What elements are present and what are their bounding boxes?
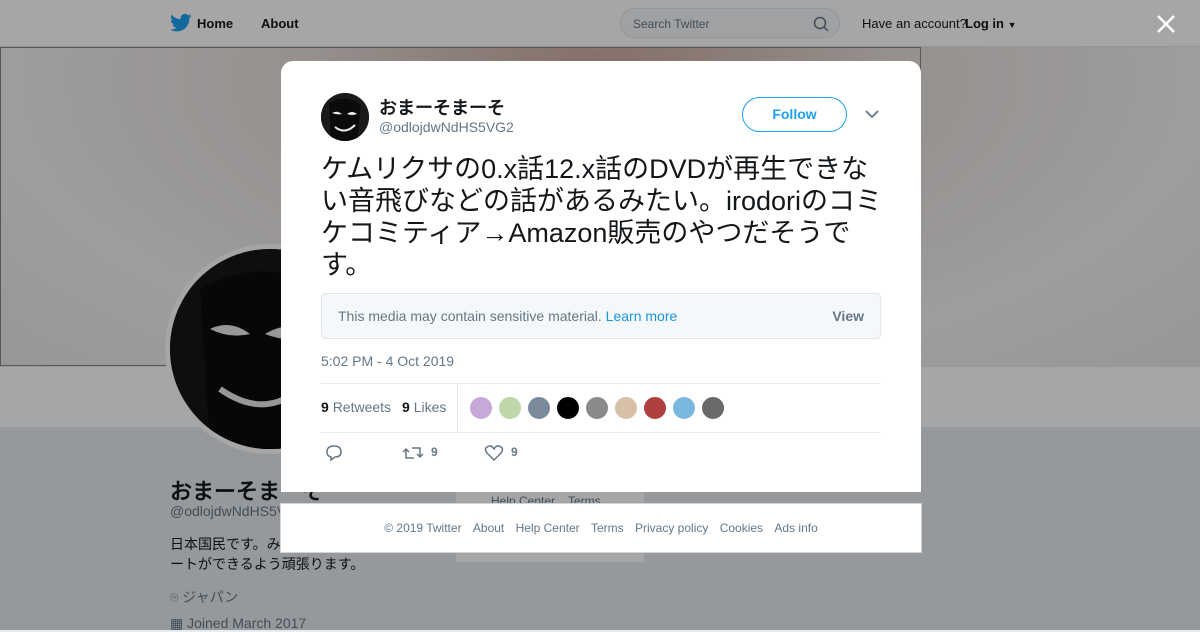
- footer-terms[interactable]: Terms: [591, 521, 624, 535]
- likes-label: Likes: [413, 399, 447, 415]
- tweet-stats: 9 Retweets 9 Likes: [321, 383, 881, 433]
- liker-avatar[interactable]: [498, 396, 522, 420]
- liker-avatar[interactable]: [556, 396, 580, 420]
- like-count: 9: [511, 445, 518, 459]
- tweet-modal: おまーそまーそ @odlojdwNdHS5VG2 Follow ケムリクサの0.…: [281, 61, 921, 492]
- liker-avatar[interactable]: [701, 396, 725, 420]
- tweet-timestamp[interactable]: 5:02 PM - 4 Oct 2019: [321, 353, 454, 369]
- footer-privacy[interactable]: Privacy policy: [635, 521, 708, 535]
- liker-avatar[interactable]: [585, 396, 609, 420]
- likes-count: 9: [402, 399, 410, 415]
- tweet-author-avatar[interactable]: [321, 93, 369, 141]
- liker-avatar[interactable]: [643, 396, 667, 420]
- footer-cookies[interactable]: Cookies: [720, 521, 763, 535]
- liker-avatar[interactable]: [672, 396, 696, 420]
- retweets-stat[interactable]: 9 Retweets: [321, 399, 391, 415]
- learn-more-link[interactable]: Learn more: [606, 308, 678, 324]
- modal-footer: © 2019 Twitter About Help Center Terms P…: [280, 503, 922, 553]
- retweets-label: Retweets: [332, 399, 392, 415]
- tweet-author-handle[interactable]: @odlojdwNdHS5VG2: [379, 119, 514, 135]
- avatar-face-icon: [321, 93, 369, 141]
- footer-ads[interactable]: Ads info: [774, 521, 817, 535]
- footer-help[interactable]: Help Center: [516, 521, 580, 535]
- heart-icon: [484, 445, 504, 462]
- retweet-icon: [402, 447, 424, 459]
- tweet-actions: 9 9: [321, 441, 621, 465]
- likes-stat[interactable]: 9 Likes: [402, 399, 446, 415]
- view-media-button[interactable]: View: [832, 308, 864, 324]
- footer-copyright: © 2019 Twitter: [384, 521, 462, 535]
- retweet-count: 9: [431, 445, 438, 459]
- reply-icon: [326, 445, 342, 462]
- tweet-author-name[interactable]: おまーそまーそ: [379, 94, 505, 120]
- close-icon[interactable]: [1156, 14, 1176, 34]
- tweet-text: ケムリクサの0.x話12.x話のDVDが再生できない音飛びなどの話があるみたい。…: [321, 154, 883, 280]
- retweets-count: 9: [321, 399, 329, 415]
- sensitive-media-notice: This media may contain sensitive materia…: [321, 293, 881, 339]
- follow-button[interactable]: Follow: [742, 97, 847, 132]
- sensitive-text: This media may contain sensitive materia…: [338, 308, 602, 324]
- liker-avatar[interactable]: [527, 396, 551, 420]
- chevron-down-icon[interactable]: [865, 109, 879, 119]
- liker-avatar[interactable]: [469, 396, 493, 420]
- stats-divider: [457, 384, 458, 432]
- liker-avatar[interactable]: [614, 396, 638, 420]
- footer-about[interactable]: About: [473, 521, 504, 535]
- sensitive-message: This media may contain sensitive materia…: [338, 308, 677, 324]
